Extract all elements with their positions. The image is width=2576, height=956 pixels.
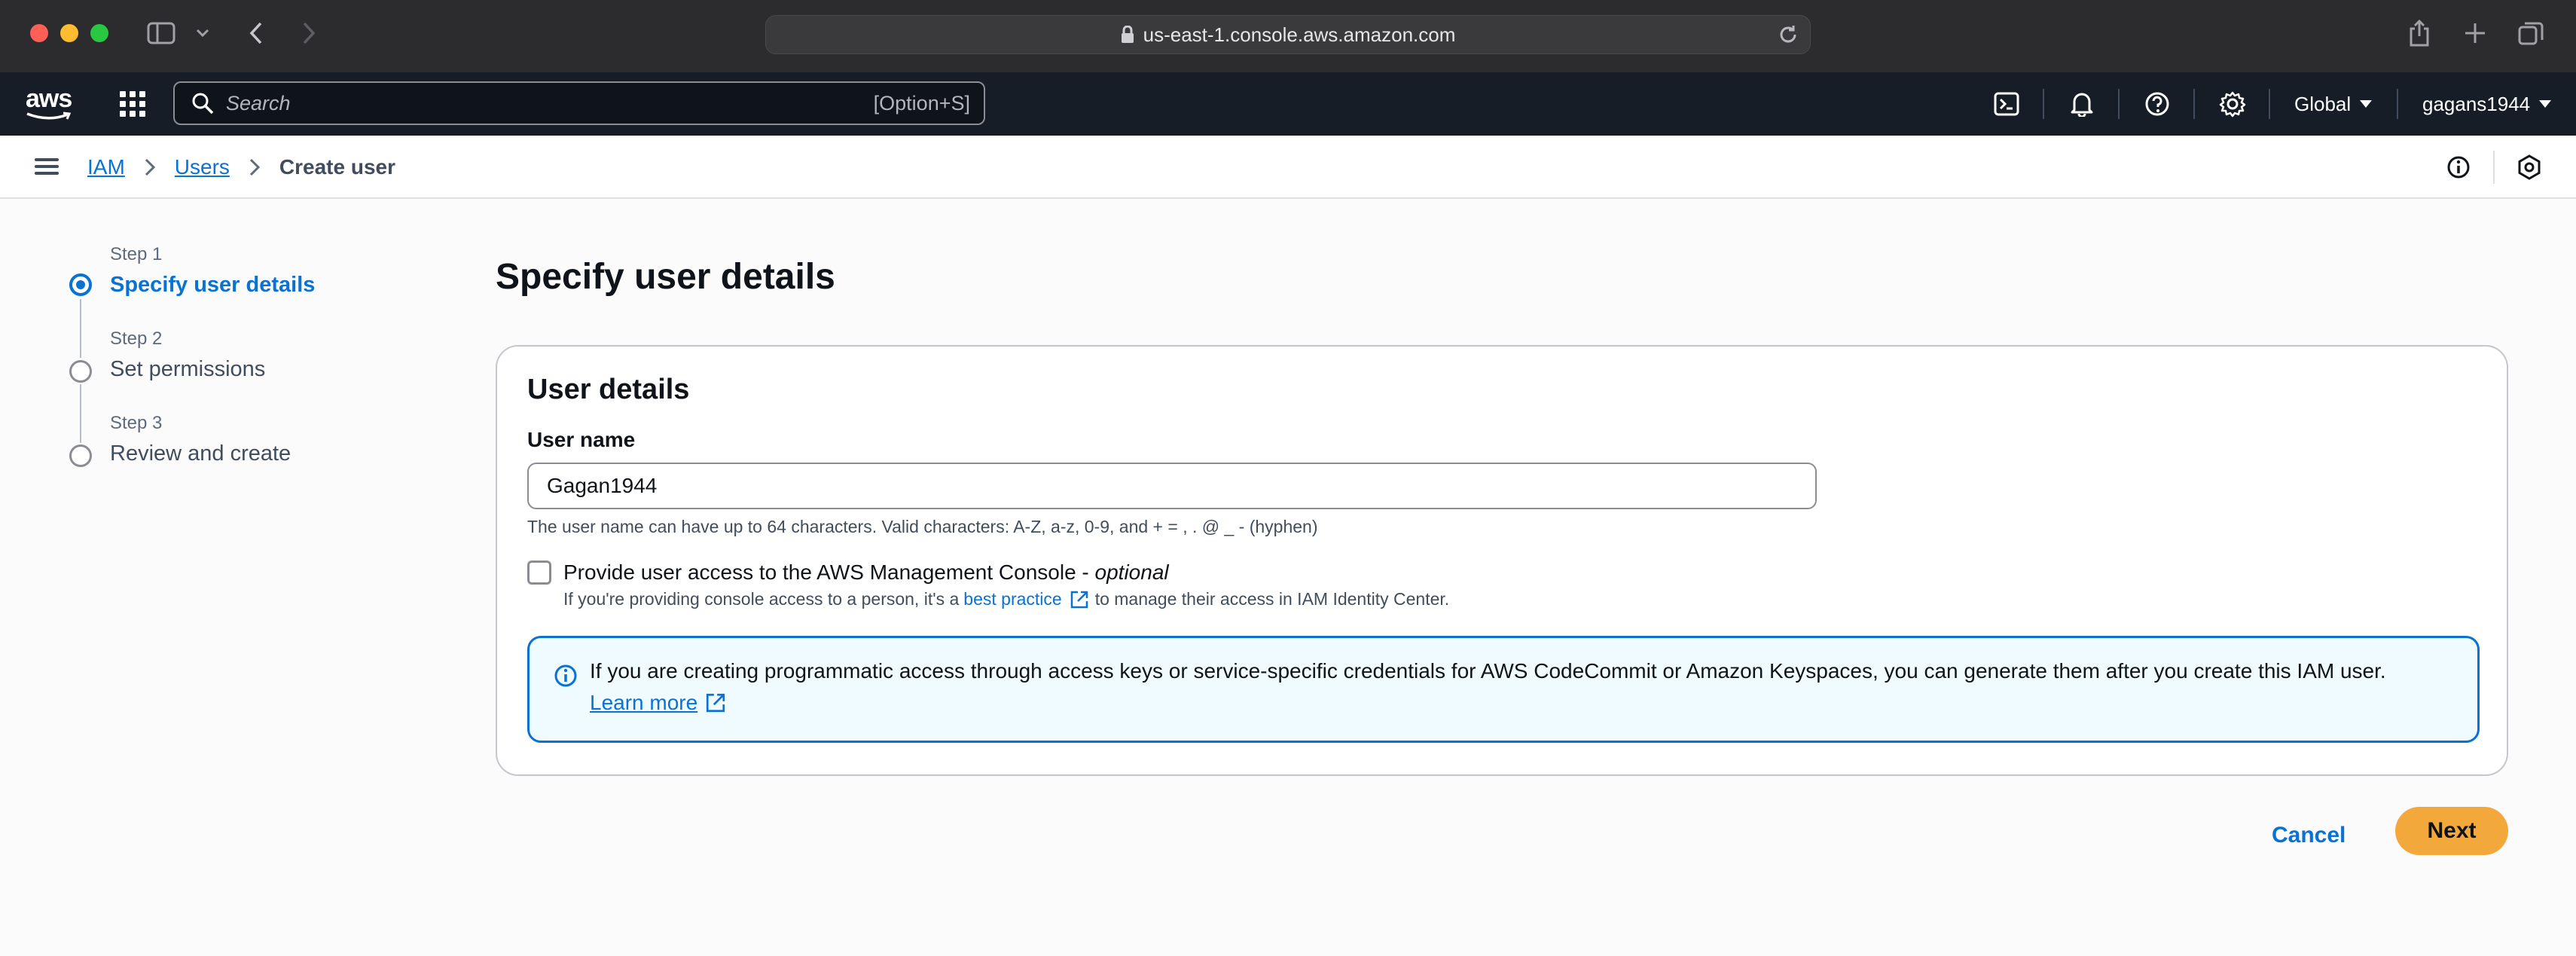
step-connector	[80, 384, 81, 443]
info-alert: If you are creating programmatic access …	[527, 636, 2480, 743]
url-text: us-east-1.console.aws.amazon.com	[1143, 23, 1456, 46]
services-menu-icon[interactable]	[119, 90, 146, 118]
chevron-down-icon[interactable]	[191, 17, 214, 50]
step-2-label: Step 2	[110, 328, 163, 349]
minimize-window-button[interactable]	[60, 24, 78, 42]
caret-down-icon	[2539, 100, 2552, 108]
page-title: Specify user details	[496, 257, 835, 297]
external-link-icon[interactable]	[1070, 590, 1089, 609]
breadcrumb-current: Create user	[279, 155, 395, 179]
step-connector	[80, 299, 81, 358]
best-practice-link[interactable]: best practice	[963, 589, 1061, 609]
account-menu[interactable]: gagans1944	[2422, 89, 2552, 119]
console-access-checkbox[interactable]	[527, 560, 551, 585]
info-alert-text: If you are creating programmatic access …	[590, 659, 2386, 683]
breadcrumb: IAM Users Create user	[87, 152, 395, 182]
bell-icon[interactable]	[2068, 90, 2095, 118]
cancel-button[interactable]: Cancel	[2272, 817, 2346, 854]
step-1-title[interactable]: Specify user details	[110, 273, 315, 298]
chevron-right-icon	[249, 158, 260, 176]
tab-overview-icon[interactable]	[2516, 17, 2546, 50]
cloudshell-icon[interactable]	[1993, 90, 2020, 118]
search-shortcut: [Option+S]	[873, 91, 970, 115]
aws-logo[interactable]: aws	[26, 86, 74, 122]
nav-divider	[2043, 89, 2044, 119]
nav-divider	[2269, 89, 2270, 119]
forward-icon[interactable]	[294, 17, 324, 50]
step-3-label: Step 3	[110, 413, 163, 433]
menu-icon[interactable]	[35, 155, 59, 178]
new-tab-icon[interactable]	[2460, 17, 2490, 50]
chevron-right-icon	[145, 158, 155, 176]
breadcrumb-iam[interactable]: IAM	[87, 155, 125, 179]
browser-toolbar: us-east-1.console.aws.amazon.com	[0, 0, 2576, 72]
back-icon[interactable]	[241, 17, 271, 50]
wizard-steps: Step 1 Specify user details Step 2 Set p…	[0, 199, 452, 500]
info-icon	[554, 664, 578, 692]
lock-icon	[1121, 26, 1134, 44]
region-selector[interactable]: Global	[2294, 89, 2373, 119]
share-icon[interactable]	[2404, 17, 2434, 50]
external-link-icon	[705, 692, 726, 713]
close-window-button[interactable]	[30, 24, 48, 42]
step-2-title: Set permissions	[110, 357, 266, 381]
console-desc-suffix: to manage their access in IAM Identity C…	[1094, 589, 1450, 609]
console-access-description: If you're providing console access to a …	[563, 589, 1449, 609]
aws-console-nav: aws Search [Option+S] Global gagans1944	[0, 72, 2576, 136]
panel-title: User details	[527, 374, 690, 405]
crumb-divider	[2493, 151, 2495, 184]
nav-divider	[2397, 89, 2398, 119]
step-1-indicator	[69, 273, 92, 296]
user-details-panel: User details User name The user name can…	[496, 345, 2508, 776]
nav-divider	[2118, 89, 2120, 119]
console-desc-prefix: If you're providing console access to a …	[563, 589, 960, 609]
learn-more-text: Learn more	[590, 691, 698, 714]
info-icon[interactable]	[2445, 154, 2472, 181]
account-name: gagans1944	[2422, 92, 2531, 115]
step-1-label: Step 1	[110, 244, 163, 264]
sidebar-toggle-icon[interactable]	[145, 17, 178, 50]
console-access-label[interactable]: Provide user access to the AWS Managemen…	[563, 560, 1169, 585]
caret-down-icon	[2360, 100, 2373, 108]
breadcrumb-users[interactable]: Users	[175, 155, 230, 179]
region-label: Global	[2294, 92, 2352, 115]
username-input[interactable]	[527, 463, 1817, 509]
reload-icon[interactable]	[1777, 23, 1799, 51]
aws-logo-text: aws	[26, 84, 72, 113]
next-button[interactable]: Next	[2395, 807, 2508, 855]
help-icon[interactable]	[2144, 90, 2171, 118]
search-input[interactable]: Search [Option+S]	[173, 81, 985, 125]
step-2-indicator	[69, 360, 92, 383]
username-label: User name	[527, 428, 636, 451]
zoom-window-button[interactable]	[90, 24, 108, 42]
optional-text: optional	[1094, 560, 1169, 584]
username-hint: The user name can have up to 64 characte…	[527, 517, 1318, 536]
step-3-indicator	[69, 444, 92, 467]
learn-more-link[interactable]: Learn more	[590, 691, 732, 715]
nav-divider	[2193, 89, 2195, 119]
breadcrumb-bar: IAM Users Create user	[0, 136, 2576, 199]
aws-smile-icon	[26, 111, 72, 120]
gear-icon[interactable]	[2219, 90, 2246, 118]
hexagon-settings-icon[interactable]	[2516, 154, 2543, 181]
search-icon	[191, 92, 214, 115]
search-placeholder: Search	[226, 91, 291, 115]
address-bar[interactable]: us-east-1.console.aws.amazon.com	[765, 15, 1811, 54]
console-access-text: Provide user access to the AWS Managemen…	[563, 560, 1095, 584]
step-3-title: Review and create	[110, 441, 291, 466]
